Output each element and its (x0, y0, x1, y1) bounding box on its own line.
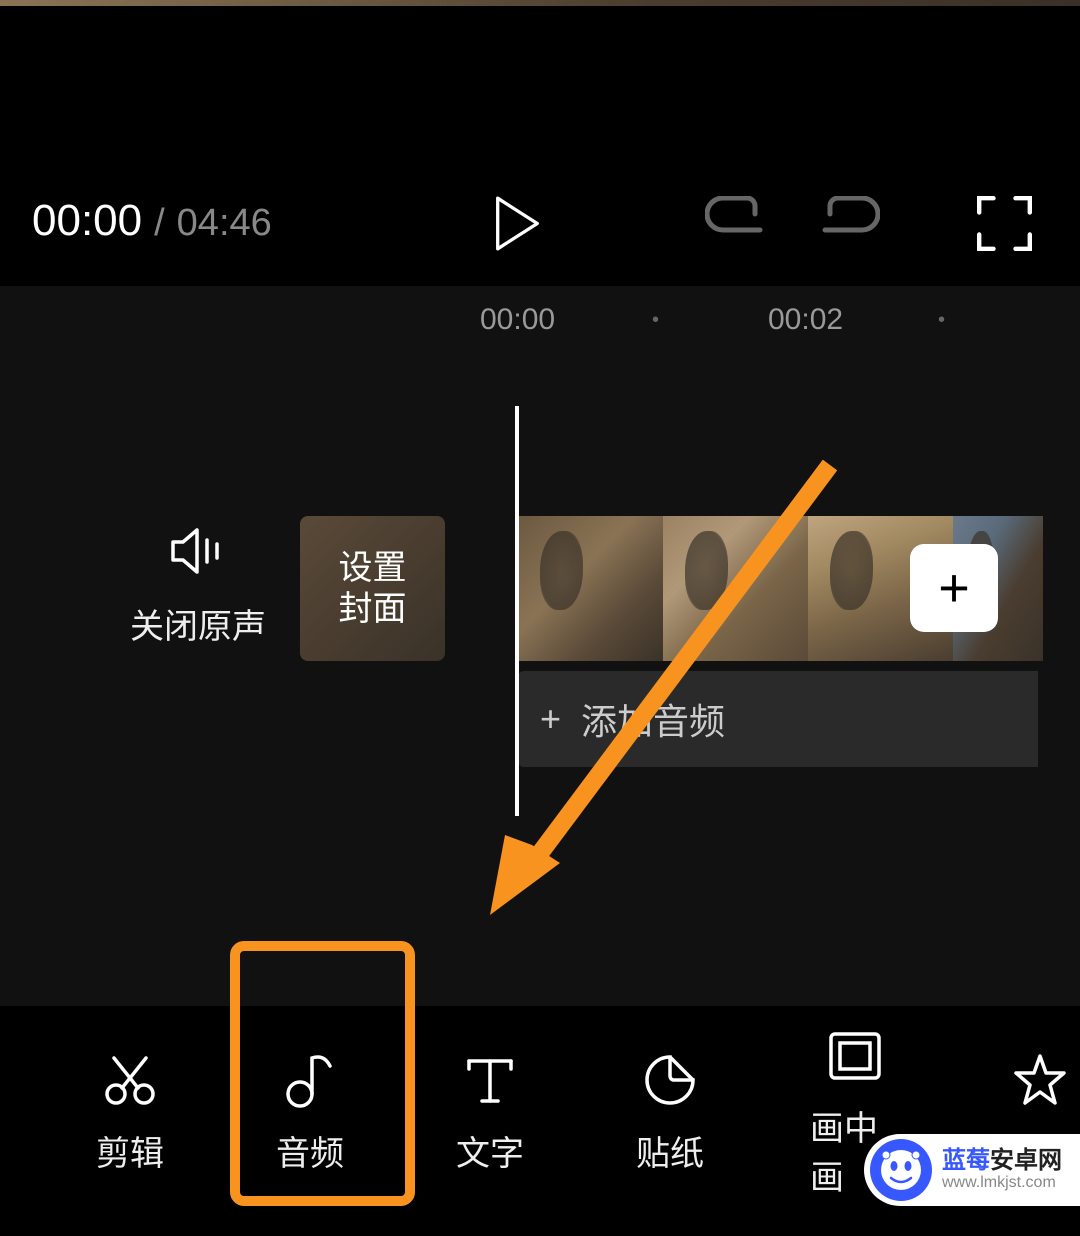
total-time: 04:46 (177, 202, 272, 245)
time-separator: / (154, 202, 165, 245)
text-icon (465, 1053, 515, 1108)
tool-edit[interactable]: 剪辑 (90, 1053, 170, 1175)
time-ruler[interactable]: 00:00 • 00:02 • (0, 286, 1080, 336)
redo-button[interactable] (820, 196, 880, 251)
watermark-brand-black: 安卓网 (990, 1147, 1062, 1174)
clip-frame[interactable] (663, 516, 808, 661)
tool-label: 文字 (456, 1126, 524, 1175)
fullscreen-button[interactable] (977, 196, 1032, 251)
watermark-url: www.lmkjst.com (942, 1174, 1062, 1192)
sticker-icon (644, 1053, 696, 1108)
plus-icon: + (938, 557, 970, 619)
watermark-badge: 蓝莓安卓网 www.lmkjst.com (864, 1134, 1080, 1206)
undo-icon (705, 196, 765, 246)
music-note-icon (284, 1053, 336, 1108)
playhead[interactable] (515, 406, 519, 816)
undo-button[interactable] (705, 196, 765, 251)
current-time: 00:00 (32, 196, 142, 246)
plus-icon: + (540, 698, 561, 740)
ruler-tick: • (652, 309, 659, 332)
ruler-mark-0: 00:00 (480, 303, 555, 337)
time-display: 00:00 / 04:46 (32, 196, 272, 246)
mute-original-button[interactable]: 关闭原声 (130, 526, 266, 648)
tool-label: 剪辑 (96, 1126, 164, 1175)
tool-text[interactable]: 文字 (450, 1053, 530, 1175)
cover-label: 设置 封面 (339, 548, 407, 630)
play-button[interactable] (495, 196, 540, 251)
star-icon (1013, 1053, 1067, 1108)
ruler-mark-2: 00:02 (768, 303, 843, 337)
watermark-text: 蓝莓安卓网 www.lmkjst.com (942, 1148, 1062, 1192)
play-icon (495, 196, 540, 251)
clip-frame[interactable] (518, 516, 663, 661)
speaker-icon (130, 526, 266, 581)
pip-icon (828, 1028, 882, 1083)
scissors-icon (104, 1053, 156, 1108)
player-controls: 00:00 / 04:46 (0, 6, 1080, 286)
tool-sticker[interactable]: 贴纸 (630, 1053, 710, 1175)
add-audio-label: 添加音频 (581, 693, 725, 745)
tool-label: 音频 (276, 1126, 344, 1175)
track-container: 关闭原声 设置 封面 + + 添加音频 (0, 336, 1080, 756)
fullscreen-icon (977, 196, 1032, 251)
tool-label: 贴纸 (636, 1126, 704, 1175)
watermark-logo-icon (870, 1139, 932, 1201)
add-audio-track[interactable]: + 添加音频 (518, 671, 1038, 767)
timeline-area: 00:00 • 00:02 • 关闭原声 设置 封面 (0, 286, 1080, 1006)
ruler-tick: • (938, 309, 945, 332)
watermark-brand-blue: 蓝莓 (942, 1147, 990, 1174)
tool-audio[interactable]: 音频 (270, 1053, 350, 1175)
add-clip-button[interactable]: + (910, 544, 998, 632)
set-cover-button[interactable]: 设置 封面 (300, 516, 445, 661)
mute-original-label: 关闭原声 (130, 599, 266, 648)
redo-icon (820, 196, 880, 246)
